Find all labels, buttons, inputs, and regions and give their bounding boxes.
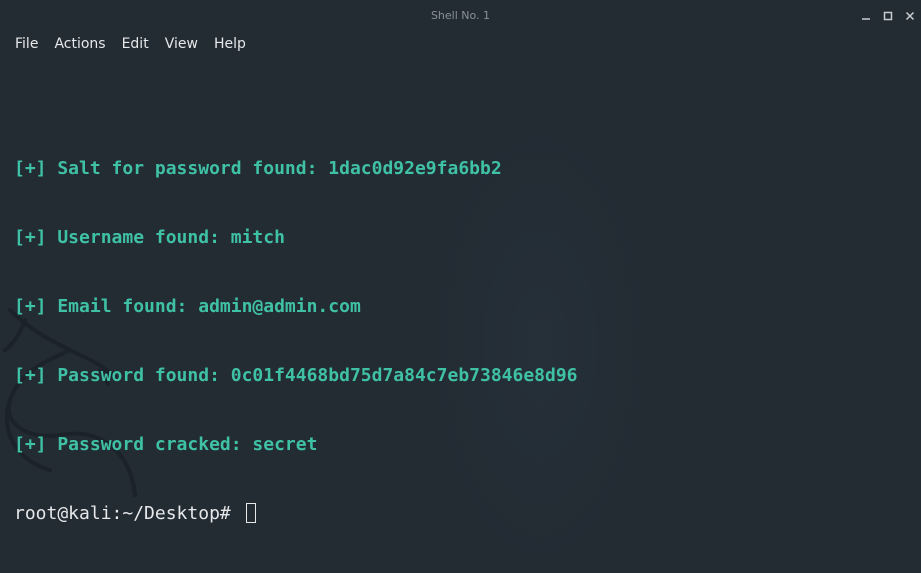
output-line: [+] Password cracked: secret — [14, 434, 318, 455]
output-line: [+] Username found: mitch — [14, 227, 285, 248]
window-controls — [855, 8, 921, 24]
minimize-button[interactable] — [855, 8, 877, 24]
terminal-window: Shell No. 1 File Actions Edit View Help … — [0, 0, 921, 573]
menu-help[interactable]: Help — [207, 34, 253, 54]
shell-prompt: root@kali:~/Desktop# — [14, 503, 242, 524]
title-bar[interactable]: Shell No. 1 — [0, 0, 921, 32]
close-button[interactable] — [899, 8, 921, 24]
close-icon — [905, 11, 915, 21]
maximize-icon — [883, 11, 893, 21]
prompt-line[interactable]: root@kali:~/Desktop# — [14, 502, 921, 525]
menu-file[interactable]: File — [8, 34, 45, 54]
window-title: Shell No. 1 — [430, 9, 491, 22]
menu-bar: File Actions Edit View Help — [0, 32, 255, 56]
output-line: [+] Password found: 0c01f4468bd75d7a84c7… — [14, 365, 578, 386]
minimize-icon — [862, 18, 870, 20]
menu-actions[interactable]: Actions — [47, 34, 112, 54]
menu-edit[interactable]: Edit — [115, 34, 156, 54]
terminal-output[interactable]: [+] Salt for password found: 1dac0d92e9f… — [14, 111, 921, 571]
maximize-button[interactable] — [877, 8, 899, 24]
menu-view[interactable]: View — [158, 34, 205, 54]
output-line: [+] Salt for password found: 1dac0d92e9f… — [14, 158, 502, 179]
text-cursor — [245, 503, 256, 523]
output-line: [+] Email found: admin@admin.com — [14, 296, 361, 317]
